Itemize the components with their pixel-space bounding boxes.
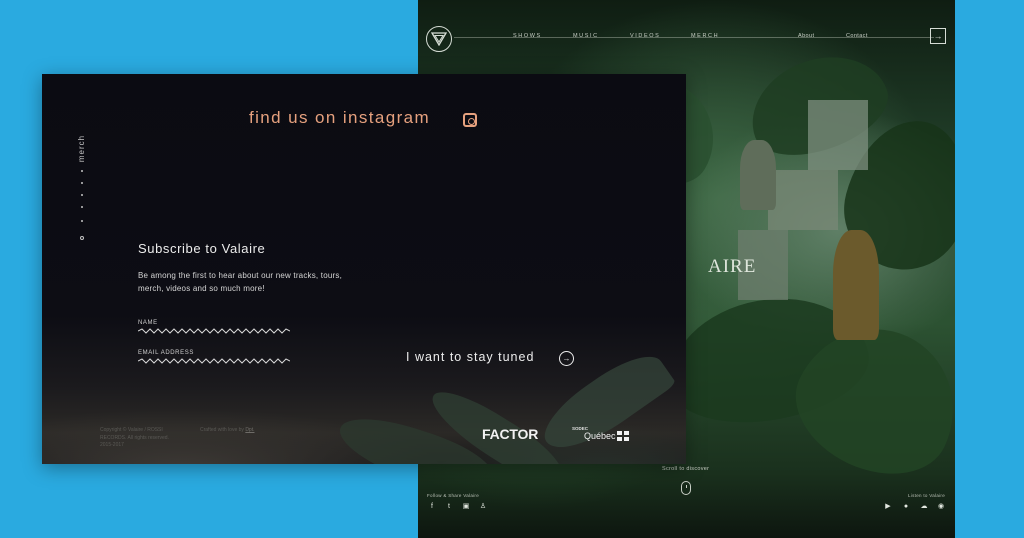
section-label-merch[interactable]: merch <box>77 135 86 162</box>
snapchat-icon[interactable]: ♙ <box>479 503 487 511</box>
instagram-icon[interactable]: ▣ <box>462 503 470 511</box>
subscribe-page-window: merch find us on instagram Subscribe to … <box>42 74 686 464</box>
nav-shows[interactable]: SHOWS <box>513 33 542 39</box>
email-input[interactable] <box>138 358 290 364</box>
crafted-link[interactable]: Dpt. <box>245 427 254 433</box>
section-dot[interactable] <box>81 220 83 222</box>
nav-about[interactable]: About <box>798 33 814 39</box>
twitter-icon[interactable]: t <box>445 503 453 511</box>
active-section-indicator[interactable] <box>80 236 84 240</box>
section-dot[interactable] <box>81 206 83 208</box>
band-name-title: AIRE <box>708 256 757 277</box>
email-field-label: EMAIL ADDRESS <box>138 350 194 356</box>
instagram-icon[interactable] <box>463 113 477 127</box>
copyright-text: Copyright © Valaire / ROSSI RECORDS. All… <box>100 427 169 448</box>
nav-videos[interactable]: VIDEOS <box>630 33 660 39</box>
arrow-right-box-icon[interactable]: → <box>930 28 946 44</box>
instagram-heading[interactable]: find us on instagram <box>249 108 430 128</box>
valaire-logo-icon[interactable] <box>426 26 452 52</box>
scroll-to-discover-label: Scroll to discover <box>662 466 710 472</box>
stay-tuned-button[interactable]: I want to stay tuned <box>406 350 534 364</box>
band-member-photo <box>740 140 776 210</box>
mouse-scroll-icon[interactable] <box>681 481 691 495</box>
section-dot[interactable] <box>81 194 83 196</box>
nav-music[interactable]: MUSIC <box>573 33 599 39</box>
spotify-icon[interactable]: ◉ <box>937 503 945 511</box>
listen-label: Listen to Valaire <box>908 493 946 498</box>
quebec-logo: Québec <box>584 431 616 441</box>
quebec-flag-icon <box>617 431 630 441</box>
apple-icon[interactable]: ● <box>902 503 910 511</box>
nav-contact[interactable]: Contact <box>846 33 868 39</box>
crafted-prefix: Crafted with love by <box>200 427 244 433</box>
name-input[interactable] <box>138 328 290 334</box>
band-member-photo <box>833 230 879 340</box>
stone-ruin <box>768 170 838 230</box>
facebook-icon[interactable]: f <box>428 503 436 511</box>
soundcloud-icon[interactable]: ☁ <box>920 503 928 511</box>
arrow-right-circle-icon[interactable]: → <box>559 351 574 366</box>
subscribe-title: Subscribe to Valaire <box>138 241 266 256</box>
section-dot[interactable] <box>81 170 83 172</box>
stone-ruin <box>808 100 868 170</box>
subscribe-description: Be among the first to hear about our new… <box>138 271 342 293</box>
factor-logo: FACTOR <box>482 426 539 442</box>
section-dot[interactable] <box>81 182 83 184</box>
youtube-icon[interactable]: ▶ <box>884 503 892 511</box>
crafted-by-text: Crafted with love by Dpt. <box>200 427 254 433</box>
nav-merch[interactable]: MERCH <box>691 33 719 39</box>
vertical-section-nav: merch <box>77 130 88 250</box>
name-field-label: NAME <box>138 320 158 326</box>
leaf-decoration <box>533 342 677 464</box>
follow-share-label: Follow & Share Valaire <box>427 493 480 498</box>
